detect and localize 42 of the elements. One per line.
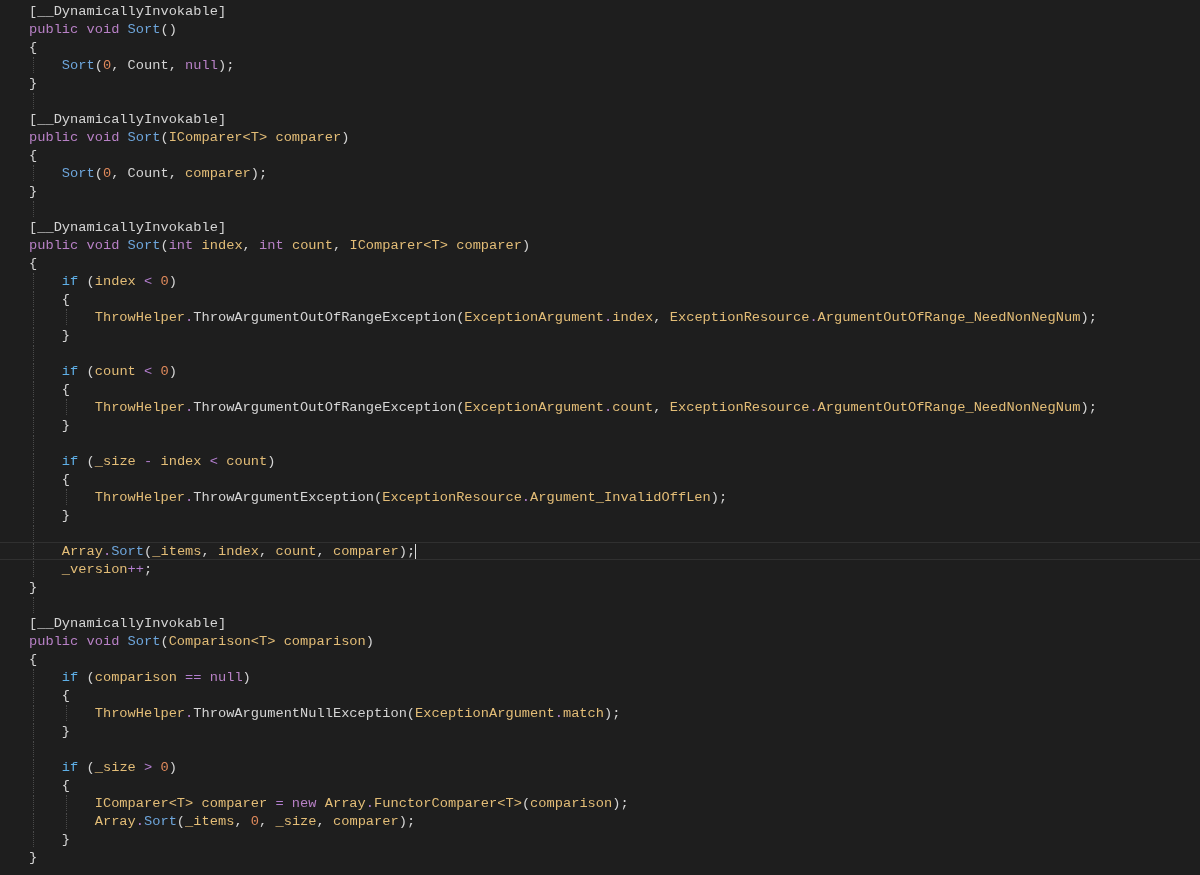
code-line: if (_size - index < count) — [60, 453, 276, 471]
code-line: public void Sort(Comparison<T> comparison) — [29, 633, 374, 651]
code-line: [__DynamicallyInvokable] — [29, 615, 227, 633]
code-line: Sort(0, Count, comparer); — [60, 165, 268, 183]
code-line: Array.Sort(_items, index, count, comparer); — [60, 543, 417, 561]
code-line: ThrowHelper.ThrowArgumentException(ExceptionResource.Argument_InvalidOffLen); — [93, 489, 728, 507]
code-line: public void Sort() — [29, 21, 177, 39]
code-line: ThrowHelper.ThrowArgumentNullException(ExceptionArgument.match); — [93, 705, 621, 723]
code-line: if (comparison == null) — [60, 669, 251, 687]
code-line: if (_size > 0) — [60, 759, 177, 777]
code-line: public void Sort(IComparer<T> comparer) — [29, 129, 350, 147]
code-line: } — [29, 579, 38, 597]
code-line: Sort(0, Count, null); — [60, 57, 235, 75]
code-line: { — [60, 381, 71, 399]
code-line: { — [60, 777, 71, 795]
code-line: } — [60, 417, 71, 435]
code-line: public void Sort(int index, int count, IComparer<T> comparer) — [29, 237, 531, 255]
code-line: IComparer<T> comparer = new Array.FunctorComparer<T>(comparison); — [93, 795, 629, 813]
text-cursor — [415, 543, 417, 559]
code-line: { — [60, 687, 71, 705]
code-line: _version++; — [60, 561, 153, 579]
code-line: } — [29, 849, 38, 867]
code-line: { — [29, 39, 38, 57]
code-line: { — [29, 255, 38, 273]
code-line: { — [29, 651, 38, 669]
code-line: if (index < 0) — [60, 273, 177, 291]
code-line: Array.Sort(_items, 0, _size, comparer); — [93, 813, 416, 831]
code-line: { — [29, 147, 38, 165]
code-line: [__DynamicallyInvokable] — [29, 3, 227, 21]
code-line: [__DynamicallyInvokable] — [29, 111, 227, 129]
code-line: if (count < 0) — [60, 363, 177, 381]
code-line: } — [60, 507, 71, 525]
code-line: { — [60, 291, 71, 309]
code-line: } — [29, 75, 38, 93]
code-line: ThrowHelper.ThrowArgumentOutOfRangeException(ExceptionArgument.index, ExceptionResource.ArgumentOutOfRange_NeedNonNegNum); — [93, 309, 1097, 327]
code-line: { — [60, 471, 71, 489]
code-line: } — [60, 831, 71, 849]
code-line: } — [29, 183, 38, 201]
code-line: } — [60, 327, 71, 345]
code-line: ThrowHelper.ThrowArgumentOutOfRangeException(ExceptionArgument.count, ExceptionResource.ArgumentOutOfRange_NeedNonNegNum); — [93, 399, 1097, 417]
code-line: [__DynamicallyInvokable] — [29, 219, 227, 237]
code-line: } — [60, 723, 71, 741]
